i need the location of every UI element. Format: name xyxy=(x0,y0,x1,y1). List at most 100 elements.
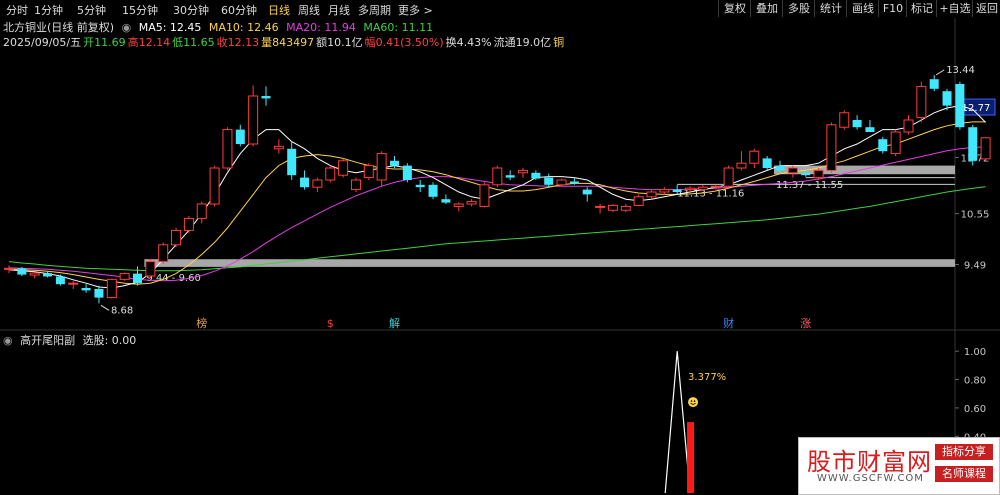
candle-body xyxy=(402,165,412,180)
candle-body xyxy=(479,184,490,207)
watermark: 股市财富网 WWW.GSCFW.COM 指标分享 名师课程 xyxy=(798,437,1000,495)
event-marker: 解 xyxy=(389,316,400,330)
candle-body xyxy=(222,129,233,169)
candle-body xyxy=(852,120,862,128)
candle-body xyxy=(94,288,104,298)
candle-body xyxy=(607,204,618,211)
candle-body xyxy=(697,186,708,191)
candle-body xyxy=(710,185,721,188)
zone-label: 11.37 - 11.55 xyxy=(776,180,843,191)
ma60-line xyxy=(8,186,986,272)
watermark-url: WWW.GSCFW.COM xyxy=(817,473,924,484)
candle-body xyxy=(171,229,182,246)
kline-chart[interactable]: 12.7711.7210.559.4912.779.44 - 9.6011.37… xyxy=(0,0,1000,493)
smiley-eye xyxy=(690,400,693,402)
candle-body xyxy=(980,137,991,160)
candle-body xyxy=(4,267,14,270)
watermark-tag-share: 指标分享 xyxy=(935,444,993,460)
candle-body xyxy=(390,160,399,166)
watermark-cn: 股市财富网 xyxy=(807,448,932,476)
indicator-spike-line xyxy=(664,351,691,493)
candle-body xyxy=(813,169,824,179)
candle-body xyxy=(43,273,53,277)
candle-body xyxy=(672,189,682,192)
candle-body xyxy=(376,153,387,181)
candle-body xyxy=(145,261,156,277)
candle-body xyxy=(287,148,297,176)
candle-body xyxy=(133,273,142,284)
smiley-icon xyxy=(688,397,699,408)
candle-body xyxy=(569,181,579,184)
annotation-label: 8.68 xyxy=(111,305,133,316)
annotation-label: 13.44 xyxy=(946,65,975,76)
candle-body xyxy=(775,165,785,171)
candle-body xyxy=(723,167,734,187)
event-marker: $ xyxy=(327,317,334,330)
candle-body xyxy=(929,79,939,89)
smiley-eye xyxy=(693,400,696,402)
candle-body xyxy=(29,272,40,276)
candle-body xyxy=(273,145,284,150)
zone-band xyxy=(144,259,956,267)
candle-body xyxy=(903,119,914,133)
candle-body xyxy=(81,288,91,291)
y-tick-label: 10.55 xyxy=(961,210,990,221)
candle-body xyxy=(968,127,978,161)
candle-body xyxy=(942,91,952,106)
candle-body xyxy=(106,278,117,299)
event-marker: 涨 xyxy=(800,317,811,330)
candle-body xyxy=(325,167,336,181)
candle-body xyxy=(505,175,515,178)
candle-body xyxy=(261,96,271,99)
candle-body xyxy=(415,184,425,188)
candle-body xyxy=(441,199,451,203)
signal-bar xyxy=(687,422,695,493)
candle-body xyxy=(55,276,65,285)
candle-body xyxy=(646,191,657,198)
candle-body xyxy=(350,179,361,191)
zone-band xyxy=(774,165,955,175)
sub-y-tick-label: 0.80 xyxy=(964,376,986,387)
candle-body xyxy=(826,124,837,171)
y-tick-label: 9.49 xyxy=(964,260,986,271)
candle-body xyxy=(787,167,798,174)
candle-body xyxy=(300,177,310,188)
candle-body xyxy=(878,139,888,152)
candle-body xyxy=(518,169,528,174)
candle-body xyxy=(183,217,194,231)
candle-body xyxy=(801,172,811,176)
candle-body xyxy=(68,282,79,285)
candle-body xyxy=(955,84,965,128)
candle-body xyxy=(248,95,259,145)
candle-body xyxy=(466,201,477,205)
candle-body xyxy=(582,189,592,195)
candle-body xyxy=(235,129,245,144)
candle-body xyxy=(428,184,438,197)
candle-body xyxy=(595,205,606,208)
annotation-arrow xyxy=(100,304,110,311)
annotation-arrow xyxy=(935,69,945,76)
watermark-tag-course: 名师课程 xyxy=(935,466,993,482)
candle-body xyxy=(119,273,130,280)
candle-body xyxy=(556,179,567,186)
candle-body xyxy=(685,187,696,191)
candle-body xyxy=(492,167,503,186)
candle-body xyxy=(338,160,349,176)
candle-body xyxy=(620,205,631,211)
candle-body xyxy=(196,203,207,219)
candle-body xyxy=(209,167,220,205)
candle-body xyxy=(531,172,541,179)
event-marker: 财 xyxy=(723,316,734,330)
sub-y-tick-label: 1.00 xyxy=(964,347,986,358)
sub-y-tick-label: 0.60 xyxy=(964,404,986,415)
candle-body xyxy=(865,127,875,132)
candle-body xyxy=(158,244,169,263)
candle-body xyxy=(762,158,772,168)
candle-body xyxy=(749,150,760,164)
candle-body xyxy=(312,179,323,188)
candle-body xyxy=(659,189,670,193)
candle-body xyxy=(17,268,27,275)
candle-body xyxy=(736,162,747,169)
candle-body xyxy=(544,177,554,185)
percent-label: 3.377% xyxy=(688,372,726,383)
